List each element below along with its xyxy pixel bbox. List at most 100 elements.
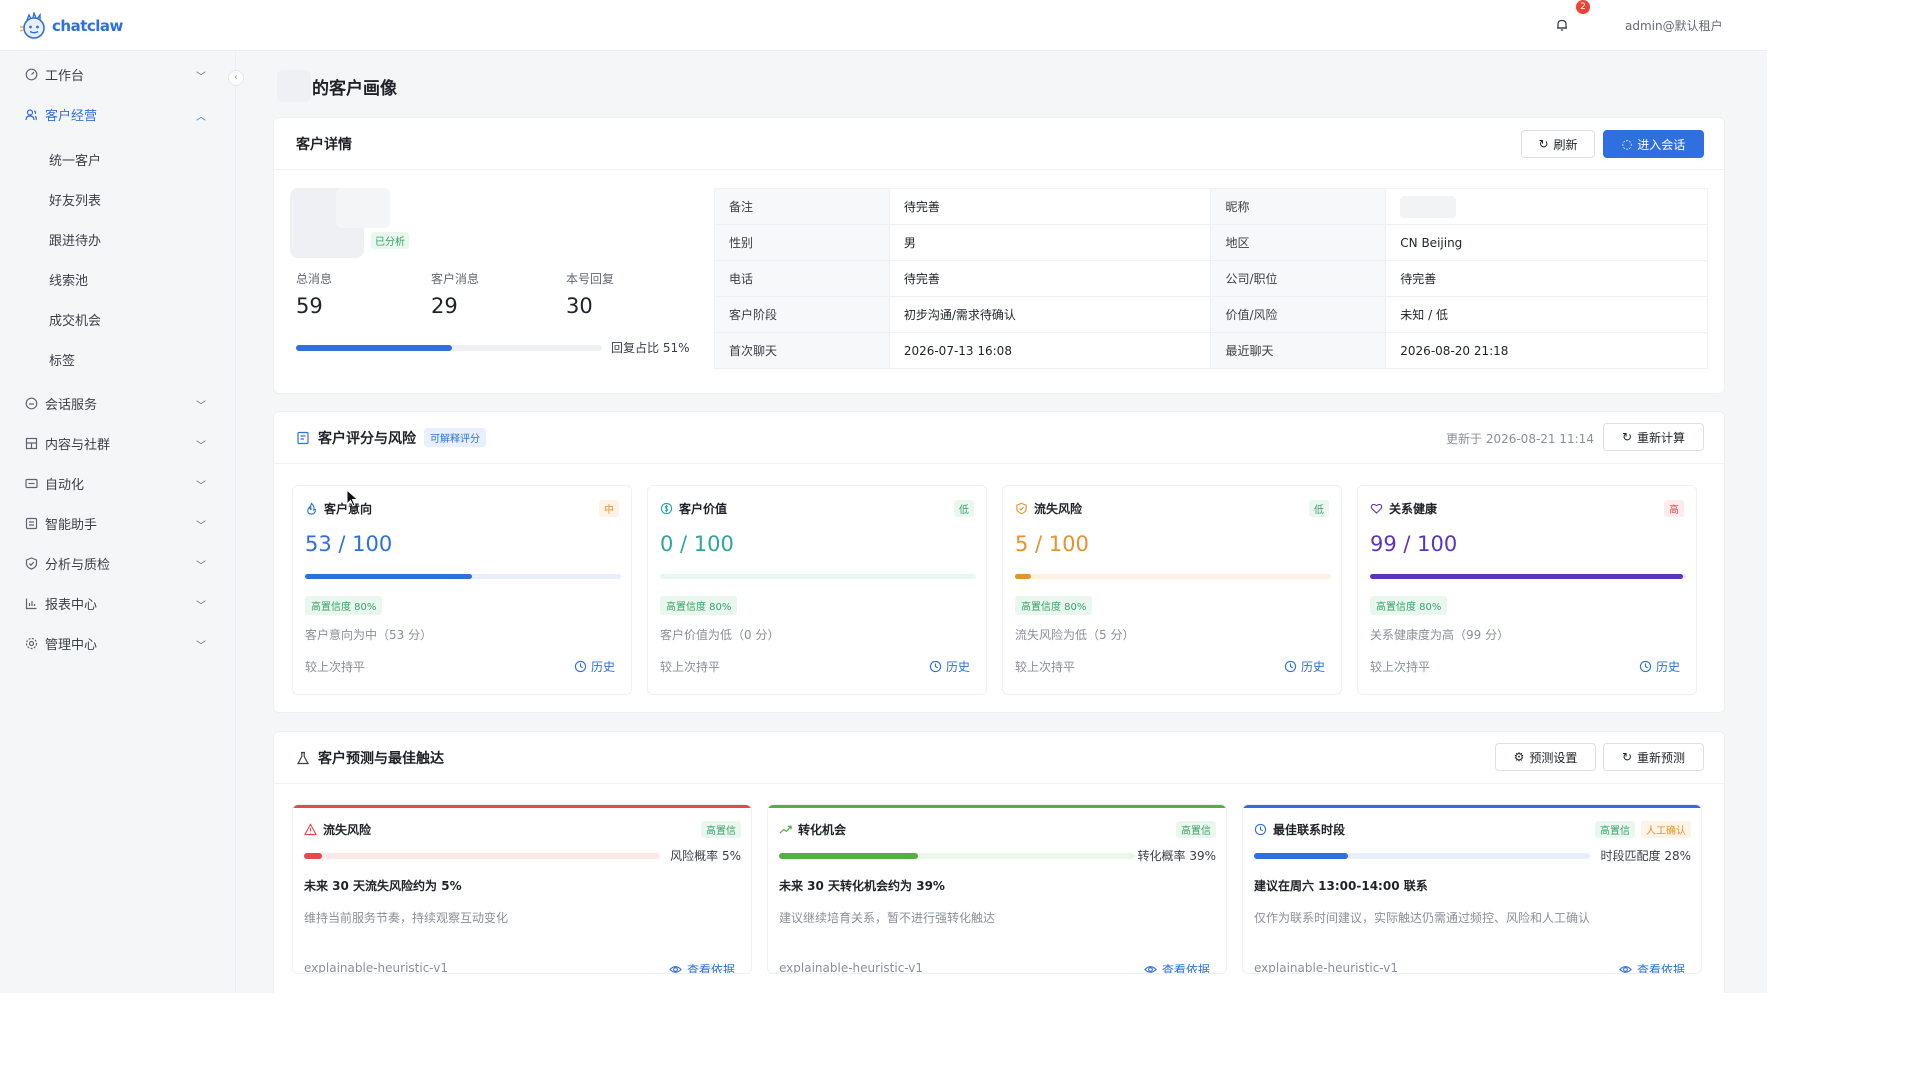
view-basis-label: 查看依据 <box>1161 963 1210 974</box>
customers-icon <box>25 108 37 120</box>
score-value: 5 / 100 <box>1015 532 1089 556</box>
sidebar-subitem-follow-up[interactable]: 跟进待办 <box>49 230 101 249</box>
score-card: 关系健康 高 99 / 100 高置信度 80% 关系健康度为高（99 分） 较上次持平 历… <box>1357 485 1697 695</box>
clock-icon <box>574 660 587 673</box>
app-window: chatclaw 2 admin@默认租户 工作台 ﹀ 客户经营 ︿ 统一客户 … <box>0 0 1767 993</box>
probability-bar-fill <box>1254 853 1349 859</box>
prediction-tags: 高置信 人工确认 <box>1595 821 1691 838</box>
bell-icon[interactable] <box>1554 17 1570 33</box>
sidebar-item-label: 自动化 <box>45 477 85 493</box>
prediction-tag: 高置信 <box>1595 821 1635 838</box>
repredict-button[interactable]: ↻ 重新预测 <box>1603 743 1704 771</box>
refresh-icon: ↻ <box>1621 430 1633 444</box>
prediction-tag: 高置信 <box>701 821 741 838</box>
score-value: 53 / 100 <box>305 532 393 556</box>
history-label: 历史 <box>1655 660 1680 674</box>
heart-icon <box>1370 503 1383 514</box>
user-menu[interactable]: admin@默认租户 <box>1625 17 1723 34</box>
score-description: 关系健康度为高（99 分） <box>1370 628 1510 642</box>
refresh-button[interactable]: ↻ 刷新 <box>1521 130 1595 158</box>
confidence-badge: 高置信度 80% <box>1370 596 1448 615</box>
chevron-down-icon: ﹀ <box>196 401 206 412</box>
info-value: 待完善 <box>888 260 1212 297</box>
score-title-text: 关系健康 <box>1389 502 1438 516</box>
sidebar-item-reports[interactable]: 报表中心 ﹀ <box>0 583 236 623</box>
sidebar-item-content-community[interactable]: 内容与社群 ﹀ <box>0 423 236 463</box>
prediction-description: 仅作为联系时间建议，实际触达仍需通过频控、风险和人工确认 <box>1254 911 1591 925</box>
recalculate-button[interactable]: ↻ 重新计算 <box>1603 423 1704 451</box>
score-title-text: 客户价值 <box>679 502 728 516</box>
score-compare: 较上次持平 <box>1370 660 1431 674</box>
info-value: 未知 / 低 <box>1385 296 1708 333</box>
sidebar-item-chat-service[interactable]: 会话服务 ﹀ <box>0 383 236 423</box>
reply-ratio-text: 回复占比 51% <box>611 341 690 355</box>
sidebar-subitem-unified-customers[interactable]: 统一客户 <box>49 150 101 169</box>
sidebar-subitem-friend-list[interactable]: 好友列表 <box>49 190 101 209</box>
prediction-title: 转化机会 <box>779 821 846 838</box>
chevron-down-icon: ﹀ <box>196 72 206 83</box>
sidebar-item-automation[interactable]: 自动化 ﹀ <box>0 463 236 503</box>
score-bar-fill <box>1370 574 1683 579</box>
probability-bar <box>1254 853 1590 859</box>
history-link[interactable]: 历史 <box>929 658 970 675</box>
prediction-title-text: 流失风险 <box>323 823 372 837</box>
sidebar-item-workbench[interactable]: 工作台 ﹀ <box>0 54 236 94</box>
report-icon <box>297 431 309 444</box>
sidebar-item-analysis[interactable]: 分析与质检 ﹀ <box>0 543 236 583</box>
info-value: 待完善 <box>888 188 1212 225</box>
view-basis-link[interactable]: 查看依据 <box>1619 961 1685 974</box>
sidebar-item-label: 管理中心 <box>45 637 98 653</box>
history-link[interactable]: 历史 <box>1639 658 1680 675</box>
prediction-settings-button[interactable]: ⚙ 预测设置 <box>1495 743 1596 771</box>
model-name: explainable-heuristic-v1 <box>304 961 449 974</box>
info-key: 价值/风险 <box>1210 296 1387 333</box>
coin-icon <box>660 502 673 515</box>
eye-icon <box>1144 966 1157 973</box>
prediction-headline: 未来 30 天流失风险约为 5% <box>304 879 462 893</box>
view-basis-link[interactable]: 查看依据 <box>1144 961 1210 974</box>
eye-icon <box>669 966 682 973</box>
mouse-cursor-icon <box>346 489 359 507</box>
info-key: 首次聊天 <box>714 332 890 369</box>
logo[interactable]: chatclaw <box>18 12 123 40</box>
sidebar-item-assistant[interactable]: 智能助手 ﹀ <box>0 503 236 543</box>
flame-icon <box>307 502 317 515</box>
view-basis-link[interactable]: 查看依据 <box>669 961 735 973</box>
info-row: 客户阶段 初步沟通/需求待确认 价值/风险 未知 / 低 <box>714 296 1708 333</box>
prediction-item-card: 转化机会 高置信 转化概率 39% 未来 30 天转化机会约为 39% 建议继续培育关系… <box>767 804 1227 974</box>
prediction-tags: 高置信 <box>1176 821 1216 838</box>
info-key: 备注 <box>714 188 890 225</box>
eye-icon <box>1619 966 1632 973</box>
score-card: 客户价值 低 0 / 100 高置信度 80% 客户价值为低（0 分） 较上次持平 历史 <box>647 485 987 695</box>
sidebar-item-customers[interactable]: 客户经营 ︿ <box>0 94 236 134</box>
enter-chat-button[interactable]: ◌ 进入会话 <box>1603 130 1704 158</box>
gear-icon <box>25 637 38 649</box>
info-key: 公司/职位 <box>1210 260 1387 297</box>
info-key: 昵称 <box>1210 188 1387 225</box>
chevron-down-icon: ﹀ <box>196 441 206 452</box>
chevron-down-icon: ﹀ <box>196 561 206 572</box>
sidebar-subitem-deals[interactable]: 成交机会 <box>49 310 101 329</box>
notification-badge: 2 <box>1576 0 1590 14</box>
score-compare: 较上次持平 <box>660 660 721 674</box>
sidebar-item-label: 智能助手 <box>45 517 98 533</box>
sidebar-subitem-tags[interactable]: 标签 <box>49 350 75 369</box>
prediction-accent-bar <box>768 805 1226 808</box>
updated-time: 更新于 2026-08-21 11:14 <box>1446 432 1594 446</box>
probability-text: 风险概率 5% <box>670 849 741 863</box>
chat-icon: ◌ <box>1621 137 1633 151</box>
history-link[interactable]: 历史 <box>1284 658 1325 675</box>
score-value: 99 / 100 <box>1370 532 1458 556</box>
automation-icon <box>25 478 38 488</box>
explainable-tag: 可解释评分 <box>424 428 486 447</box>
history-link[interactable]: 历史 <box>574 658 615 675</box>
sidebar-item-admin[interactable]: 管理中心 ﹀ <box>0 623 236 663</box>
prediction-tags: 高置信 <box>701 821 741 838</box>
view-basis-label: 查看依据 <box>1636 963 1685 974</box>
clock-icon <box>1639 660 1652 673</box>
avatar-secondary <box>336 188 390 228</box>
sidebar-collapse-button[interactable]: ‹ <box>228 70 244 86</box>
sidebar-item-label: 客户经营 <box>45 108 98 124</box>
sidebar-subitem-lead-pool[interactable]: 线索池 <box>49 270 88 289</box>
info-value: 2026-07-13 16:08 <box>888 332 1212 369</box>
